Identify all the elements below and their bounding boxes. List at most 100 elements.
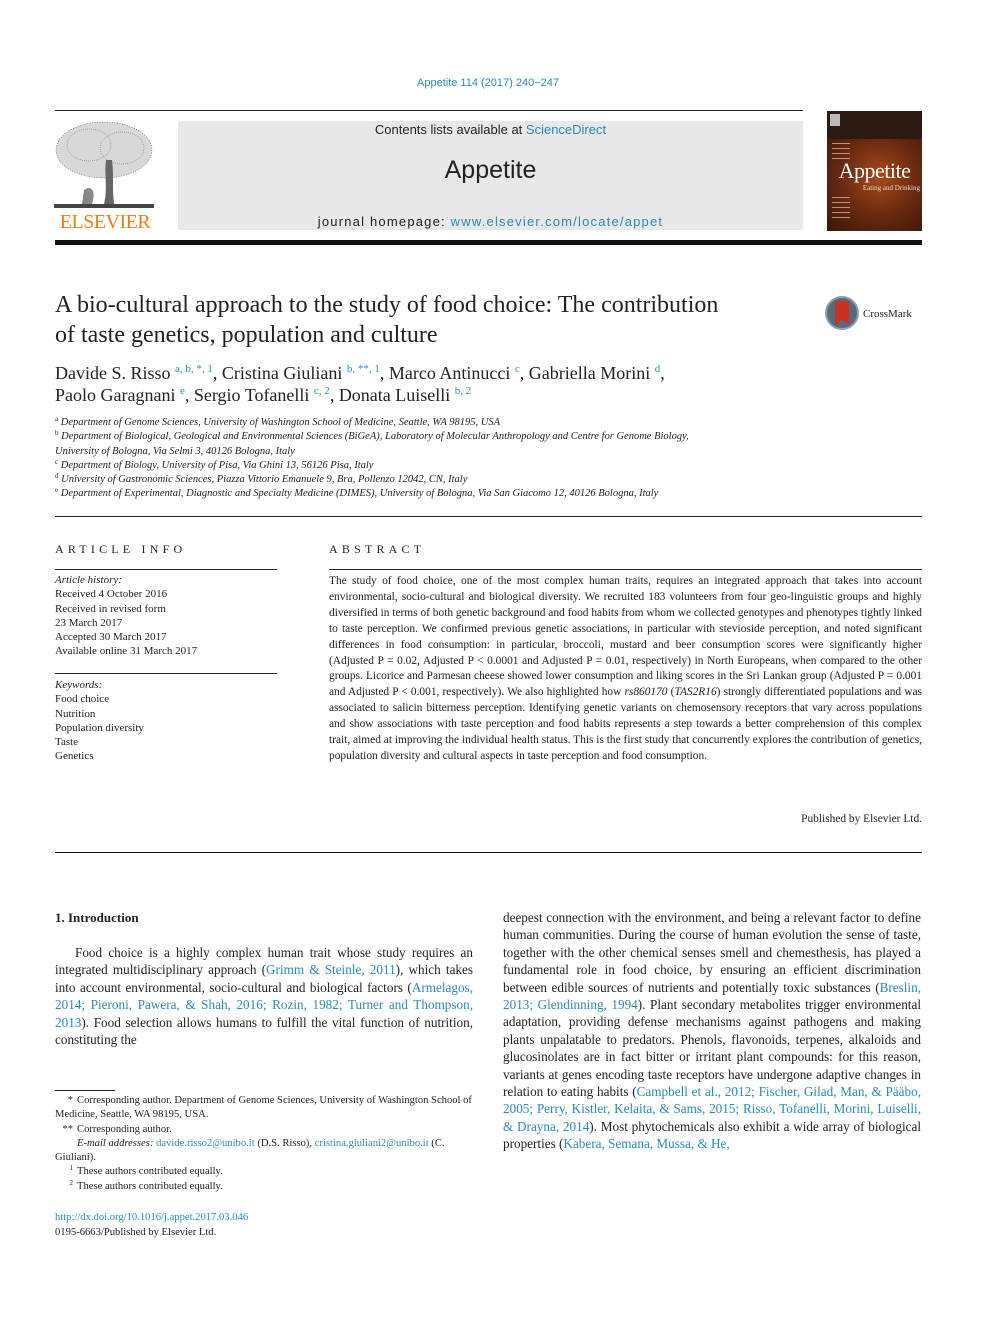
contents-line: Contents lists available at ScienceDirec… [178, 122, 803, 137]
issn-line: 0195-6663/Published by Elsevier Ltd. [55, 1227, 217, 1238]
affiliation-item: d University of Gastronomic Sciences, Pi… [55, 473, 815, 487]
keyword-item: Food choice [55, 693, 110, 706]
masthead-thick-rule [55, 240, 922, 245]
author-separator: , [329, 385, 339, 405]
elsevier-wordmark: ELSEVIER [59, 211, 151, 233]
affiliation-item: c Department of Biology, University of P… [55, 458, 815, 473]
article-info-heading: ARTICLE INFO [55, 542, 187, 556]
affiliation-item-continued: University of Bologna, Via Selmi 3, 4012… [55, 445, 295, 457]
affiliation-mark: b [55, 429, 59, 438]
affiliation-text: Department of Experimental, Diagnostic a… [60, 488, 659, 500]
affiliation-item: b Department of Biological, Geological a… [55, 430, 815, 444]
paper-title: A bio-cultural approach to the study of … [55, 290, 815, 350]
author-line-1: Davide S. Risso a, b, *, 1, Cristina Giu… [55, 362, 855, 384]
cover-header [827, 111, 922, 139]
cover-toc-lines [832, 197, 850, 222]
author-name[interactable]: Davide S. Risso [55, 363, 171, 383]
footnote-text: Corresponding author. [77, 1123, 172, 1135]
footnote-mark: 1 [69, 1164, 74, 1173]
affiliation-text: Department of Biology, University of Pis… [60, 459, 374, 471]
abstract-heading: ABSTRACT [329, 542, 426, 556]
affiliation-text: Department of Genome Sciences, Universit… [60, 417, 501, 428]
author-affiliation-marks[interactable]: b, **, 1 [347, 363, 380, 375]
doi-link[interactable]: http://dx.doi.org/10.1016/j.appet.2017.0… [55, 1211, 248, 1225]
affiliation-item: e Department of Experimental, Diagnostic… [55, 487, 815, 501]
footnote-equal-2: 2 These authors contributed equally. [55, 1178, 473, 1194]
homepage-prefix: journal homepage: [317, 214, 451, 229]
journal-name: Appetite [444, 156, 537, 184]
footnote-emails: E-mail addresses: davide.risso2@unibo.it… [55, 1137, 473, 1166]
keywords-label: Keywords: [55, 679, 103, 691]
citation-link[interactable]: Grimm & Steinle, 2011 [266, 962, 396, 977]
abstract-snp: rs860170 [624, 686, 668, 699]
article-history-label: Article history: [55, 574, 122, 586]
header-rule [55, 110, 803, 111]
author-separator: , [660, 363, 665, 383]
crossmark-label: CrossMark [863, 308, 912, 320]
email-owner: (D.S. Risso), [254, 1137, 315, 1149]
journal-cover-image[interactable]: Appetite Eating and Drinking [827, 111, 922, 231]
cover-title: Appetite [838, 158, 911, 183]
author-name[interactable]: Sergio Tofanelli [194, 385, 310, 405]
footnote-mark: ** [62, 1123, 73, 1135]
history-item: Available online 31 March 2017 [55, 645, 198, 658]
cover-logo-icon [830, 114, 840, 126]
author-affiliation-marks[interactable]: b, 2 [455, 385, 472, 397]
journal-homepage-link[interactable]: www.elsevier.com/locate/appet [451, 214, 664, 229]
sciencedirect-link[interactable]: ScienceDirect [526, 122, 606, 137]
citation-link[interactable]: Kabera, Semana, Mussa, & He, [563, 1136, 729, 1151]
affiliation-mark: e [55, 486, 59, 495]
author-list: Davide S. Risso a, b, *, 1, Cristina Giu… [55, 362, 855, 406]
author-name[interactable]: Donata Luiselli [339, 385, 450, 405]
abstract-text: The study of food choice, one of the mos… [329, 574, 922, 765]
keywords-rule [55, 673, 277, 674]
introduction-heading: 1. Introduction [55, 910, 139, 925]
article-history: Article history: Received 4 October 2016… [55, 573, 277, 659]
affiliation-mark: d [55, 472, 59, 481]
history-item: Received in revised form [55, 602, 166, 615]
keyword-item: Population diversity [55, 721, 144, 734]
affiliation-item: a Department of Genome Sciences, Univers… [55, 416, 815, 430]
history-item: Received 4 October 2016 [55, 588, 168, 601]
author-name[interactable]: Gabriella Morini [529, 363, 650, 383]
article-info-rule [55, 569, 277, 570]
affiliation-text: University of Gastronomic Sciences, Piaz… [61, 474, 468, 486]
footnote-equal-1: 1 These authors contributed equally. [55, 1165, 473, 1179]
journal-citation-link[interactable]: Appetite 114 (2017) 240−247 [0, 77, 976, 89]
keyword-item: Genetics [55, 750, 94, 763]
footnote-mark: 2 [69, 1178, 74, 1187]
email-label: E-mail addresses: [77, 1137, 154, 1149]
affiliation-list: a Department of Genome Sciences, Univers… [55, 416, 815, 502]
footnote-mark: * [67, 1095, 73, 1106]
author-name[interactable]: Paolo Garagnani [55, 385, 175, 405]
abstract-publisher: Published by Elsevier Ltd. [801, 813, 922, 825]
paper-title-line-1: A bio-cultural approach to the study of … [55, 292, 719, 318]
author-separator: , [519, 363, 529, 383]
affiliation-text: Department of Biological, Geological and… [61, 431, 689, 443]
abstract-part-1: The study of food choice, one of the mos… [329, 575, 922, 699]
email-link-giuliani[interactable]: cristina.giuliani2@unibo.it [315, 1138, 429, 1149]
body-column-right: deepest connection with the environment,… [503, 909, 921, 1153]
section-rule [55, 516, 922, 517]
abstract-gene: TAS2R16 [674, 686, 717, 699]
author-separator: , [212, 363, 222, 383]
footnote-corresponding-1: * Corresponding author. Department of Gen… [55, 1094, 473, 1123]
body-column-left: Food choice is a highly complex human tr… [55, 944, 473, 1048]
keywords: Keywords: Food choice Nutrition Populati… [55, 678, 277, 764]
footnote-text: These authors contributed equally. [77, 1166, 223, 1178]
cover-subtitle: Eating and Drinking [862, 184, 920, 192]
footnote-corresponding-2: ** Corresponding author. [55, 1123, 473, 1137]
email-link-risso[interactable]: davide.risso2@unibo.it [156, 1138, 255, 1149]
author-line-2: Paolo Garagnani e, Sergio Tofanelli c, 2… [55, 384, 855, 406]
body-text: deepest connection with the environment,… [503, 910, 921, 995]
crossmark-button[interactable]: CrossMark [825, 296, 925, 336]
author-name[interactable]: Marco Antinucci [389, 363, 510, 383]
author-affiliation-marks[interactable]: a, b, *, 1 [175, 363, 213, 375]
author-name[interactable]: Cristina Giuliani [222, 363, 343, 383]
author-separator: , [184, 385, 194, 405]
footnotes: * Corresponding author. Department of Gen… [55, 1094, 473, 1194]
elsevier-tree-icon [54, 121, 154, 208]
keyword-item: Taste [55, 736, 79, 749]
author-affiliation-marks[interactable]: c, 2 [314, 385, 330, 397]
elsevier-logo[interactable]: ELSEVIER [52, 118, 158, 236]
